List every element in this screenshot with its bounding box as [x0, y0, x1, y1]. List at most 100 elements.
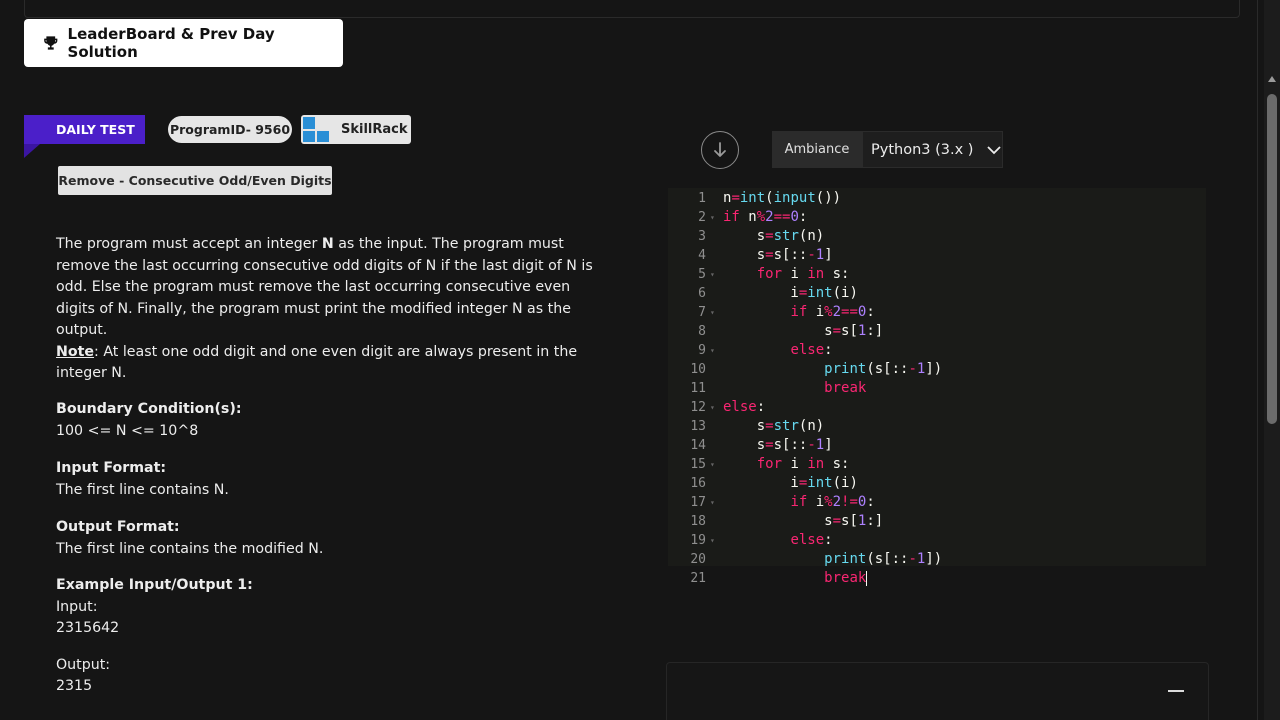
- problem-description: The program must accept an integer N as …: [56, 234, 601, 385]
- code-text: n=int(input()): [723, 190, 842, 206]
- text-cursor: [866, 570, 868, 586]
- line-number: 2: [698, 210, 706, 225]
- fold-arrow-icon[interactable]: ▾: [710, 493, 715, 512]
- code-text: break: [824, 570, 868, 586]
- fold-arrow-icon[interactable]: ▾: [710, 303, 715, 322]
- code-line[interactable]: 4 s=s[::-1]: [668, 246, 1206, 265]
- fold-arrow-icon[interactable]: ▾: [710, 208, 715, 227]
- code-line[interactable]: 19 ▾ else:: [668, 531, 1206, 550]
- code-line[interactable]: 11 break: [668, 379, 1206, 398]
- input-format-heading: Input Format:: [56, 460, 167, 476]
- collapse-minus-icon[interactable]: [1168, 690, 1184, 692]
- code-line[interactable]: 16 i=int(i): [668, 474, 1206, 493]
- daily-test-flag: [24, 144, 40, 158]
- line-number: 15: [690, 457, 706, 472]
- scroll-down-button[interactable]: [701, 131, 739, 169]
- scrollbar-thumb[interactable]: [1267, 94, 1277, 424]
- line-number: 9: [698, 343, 706, 358]
- input-format-text: The first line contains N.: [56, 481, 229, 498]
- code-line[interactable]: 18 s=s[1:]: [668, 512, 1206, 531]
- line-number: 12: [690, 400, 706, 415]
- daily-test-badge: DAILY TEST: [24, 115, 145, 144]
- scroll-up-arrow-icon[interactable]: [1268, 76, 1276, 82]
- code-line[interactable]: 21 break: [668, 569, 1206, 588]
- code-line[interactable]: 10 print(s[::-1]): [668, 360, 1206, 379]
- code-line[interactable]: 12 ▾ else:: [668, 398, 1206, 417]
- note-text: : At least one odd digit and one even di…: [56, 343, 578, 382]
- fold-arrow-icon[interactable]: ▾: [710, 455, 715, 474]
- example-output-value: 2315: [56, 678, 93, 694]
- code-text: s=s[::-1]: [723, 247, 833, 263]
- fold-arrow-icon[interactable]: ▾: [710, 531, 715, 550]
- code-line[interactable]: 7 ▾ if i%2==0:: [668, 303, 1206, 322]
- note-label: Note: [56, 343, 95, 360]
- code-text: if n%2==0:: [723, 209, 808, 225]
- code-text: else:: [790, 342, 833, 358]
- line-number: 16: [690, 476, 706, 491]
- code-line[interactable]: 8 s=s[1:]: [668, 322, 1206, 341]
- line-number: 19: [690, 533, 706, 548]
- code-text: else:: [723, 399, 766, 415]
- code-text: s=str(n): [723, 228, 825, 244]
- code-line[interactable]: 17 ▾ if i%2!=0:: [668, 493, 1206, 512]
- code-text: s=s[1:]: [723, 513, 884, 529]
- code-line[interactable]: 5 ▾ for i in s:: [668, 265, 1206, 284]
- fold-arrow-icon[interactable]: ▾: [710, 341, 715, 360]
- example-heading: Example Input/Output 1:: [56, 577, 253, 593]
- line-number: 4: [698, 248, 706, 263]
- line-number: 5: [698, 267, 706, 282]
- code-editor[interactable]: 1 n=int(input()) 2 ▾ if n%2==0: 3 s=str(n) 4 s…: [668, 188, 1206, 586]
- boundary-heading: Boundary Condition(s):: [56, 401, 242, 417]
- example-input-label: Input:: [56, 598, 98, 615]
- boundary-section: Boundary Condition(s): 100 <= N <= 10^8: [56, 399, 242, 442]
- code-text: s=s[::-1]: [723, 437, 833, 453]
- code-text: i=int(i): [723, 285, 858, 301]
- code-text: i=int(i): [723, 475, 858, 491]
- code-text: if i%2!=0:: [790, 494, 875, 510]
- code-line[interactable]: 1 n=int(input()): [668, 189, 1206, 208]
- code-line[interactable]: 9 ▾ else:: [668, 341, 1206, 360]
- chevron-down-icon: [987, 145, 1002, 154]
- example-section: Example Input/Output 1: Input: 2315642 O…: [56, 575, 253, 698]
- line-number: 17: [690, 495, 706, 510]
- trophy-icon: [44, 36, 58, 50]
- line-number: 14: [690, 438, 706, 453]
- skillrack-label: SkillRack: [341, 122, 408, 137]
- output-panel: [666, 662, 1209, 720]
- code-text: else:: [790, 532, 833, 548]
- code-text: print(s[::-1]): [824, 361, 943, 377]
- code-line[interactable]: 13 s=str(n): [668, 417, 1206, 436]
- fold-arrow-icon[interactable]: ▾: [710, 398, 715, 417]
- code-line[interactable]: 15 ▾ for i in s:: [668, 455, 1206, 474]
- input-format-section: Input Format: The first line contains N.: [56, 458, 229, 501]
- example-input-value: 2315642: [56, 620, 120, 636]
- line-number: 11: [690, 381, 706, 396]
- ambiance-button[interactable]: Ambiance: [772, 131, 862, 168]
- code-line[interactable]: 3 s=str(n): [668, 227, 1206, 246]
- line-number: 7: [698, 305, 706, 320]
- line-number: 8: [698, 324, 706, 339]
- code-line[interactable]: 6 i=int(i): [668, 284, 1206, 303]
- line-number: 13: [690, 419, 706, 434]
- code-line[interactable]: 20 print(s[::-1]): [668, 550, 1206, 569]
- language-selected: Python3 (3.x ): [871, 141, 974, 158]
- line-number: 21: [690, 571, 706, 586]
- fold-arrow-icon[interactable]: ▾: [710, 265, 715, 284]
- output-format-text: The first line contains the modified N.: [56, 540, 324, 557]
- code-text: for i in s:: [756, 266, 850, 282]
- line-number: 18: [690, 514, 706, 529]
- code-line[interactable]: 2 ▾ if n%2==0:: [668, 208, 1206, 227]
- boundary-value: 100 <= N <= 10^8: [56, 422, 199, 439]
- leaderboard-button[interactable]: LeaderBoard & Prev Day Solution: [24, 19, 343, 67]
- program-id-badge: ProgramID- 9560: [168, 116, 292, 143]
- arrow-down-icon: [714, 142, 726, 157]
- skillrack-badge[interactable]: SkillRack: [301, 115, 411, 144]
- code-text: s=s[1:]: [723, 323, 884, 339]
- line-number: 6: [698, 286, 706, 301]
- line-number: 1: [698, 191, 706, 206]
- language-select[interactable]: Python3 (3.x ): [862, 131, 1003, 168]
- line-number: 3: [698, 229, 706, 244]
- top-panel-edge: [24, 0, 1240, 18]
- code-line[interactable]: 14 s=s[::-1]: [668, 436, 1206, 455]
- leaderboard-button-label: LeaderBoard & Prev Day Solution: [67, 25, 275, 61]
